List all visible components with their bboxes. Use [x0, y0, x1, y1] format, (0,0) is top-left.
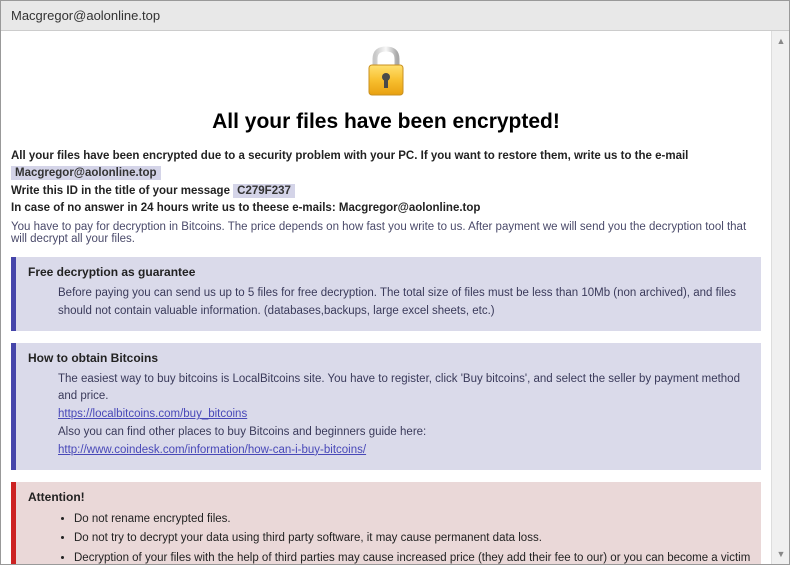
window-title: Macgregor@aolonline.top [11, 8, 160, 23]
list-item: Decryption of your files with the help o… [74, 549, 751, 564]
intro-line1: All your files have been encrypted due t… [11, 150, 688, 162]
email-highlight-1: Macgregor@aolonline.top [11, 166, 161, 180]
content-area: All your files have been encrypted! All … [1, 31, 771, 564]
section-obtain-bitcoins: How to obtain Bitcoins The easiest way t… [11, 343, 761, 470]
section1-title: Free decryption as guarantee [28, 265, 751, 279]
titlebar[interactable]: Macgregor@aolonline.top [1, 1, 789, 31]
id-highlight: C279F237 [233, 184, 295, 198]
section-free-decryption: Free decryption as guarantee Before payi… [11, 257, 761, 331]
intro-line3: In case of no answer in 24 hours write u… [11, 202, 339, 214]
email-2: Macgregor@aolonline.top [339, 202, 481, 214]
list-item: Do not try to decrypt your data using th… [74, 529, 751, 549]
vertical-scrollbar[interactable]: ▲ ▼ [771, 31, 789, 564]
list-item: Do not rename encrypted files. [74, 510, 751, 530]
scroll-down-icon[interactable]: ▼ [773, 546, 789, 562]
lock-icon [361, 43, 411, 104]
lock-container [11, 43, 761, 104]
payment-note: You have to pay for decryption in Bitcoi… [11, 221, 761, 245]
section-attention: Attention! Do not rename encrypted files… [11, 482, 761, 564]
section2-body1: The easiest way to buy bitcoins is Local… [58, 373, 740, 403]
bitcoin-link-2[interactable]: http://www.coindesk.com/information/how-… [58, 444, 366, 456]
section1-body: Before paying you can send us up to 5 fi… [28, 285, 751, 321]
content-wrapper: All your files have been encrypted! All … [1, 31, 789, 564]
intro-line2: Write this ID in the title of your messa… [11, 185, 233, 197]
section2-body2: Also you can find other places to buy Bi… [58, 426, 426, 438]
main-heading: All your files have been encrypted! [11, 110, 761, 134]
section2-body: The easiest way to buy bitcoins is Local… [28, 371, 751, 460]
bitcoin-link-1[interactable]: https://localbitcoins.com/buy_bitcoins [58, 408, 247, 420]
scroll-up-icon[interactable]: ▲ [773, 33, 789, 49]
attention-bullets: Do not rename encrypted files. Do not tr… [28, 510, 751, 564]
ransom-window: Macgregor@aolonline.top [0, 0, 790, 565]
intro-text: All your files have been encrypted due t… [11, 148, 761, 217]
section3-title: Attention! [28, 490, 751, 504]
section2-title: How to obtain Bitcoins [28, 351, 751, 365]
